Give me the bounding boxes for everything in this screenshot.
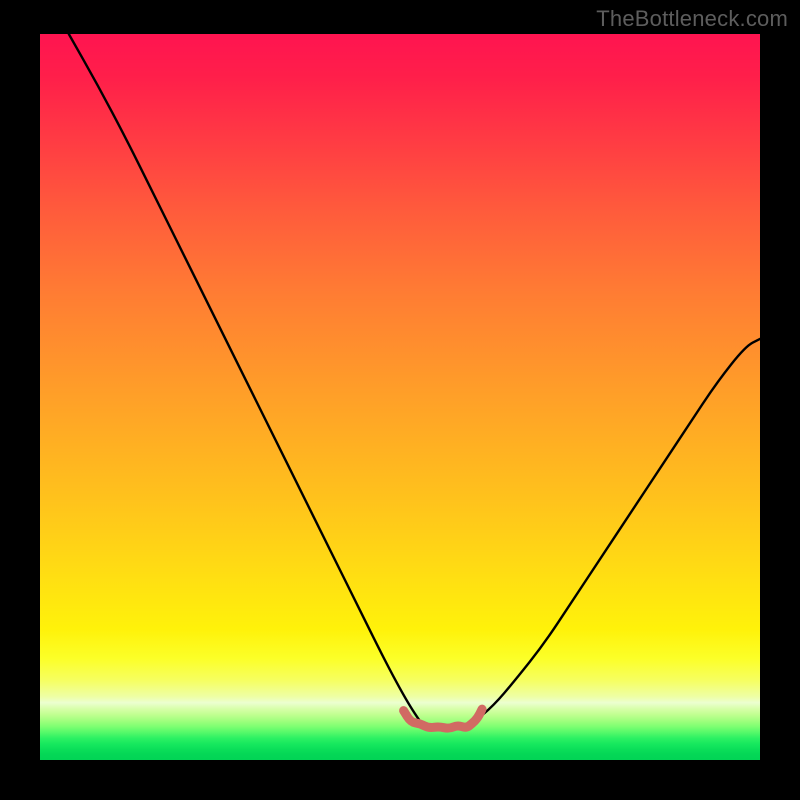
watermark-text: TheBottleneck.com <box>596 6 788 32</box>
series-right-branch <box>472 339 760 724</box>
plot-area <box>40 34 760 760</box>
series-left-branch <box>69 34 422 724</box>
chart-frame: TheBottleneck.com <box>0 0 800 800</box>
series-min-marker-squiggle <box>404 709 482 728</box>
curves-layer <box>40 34 760 760</box>
